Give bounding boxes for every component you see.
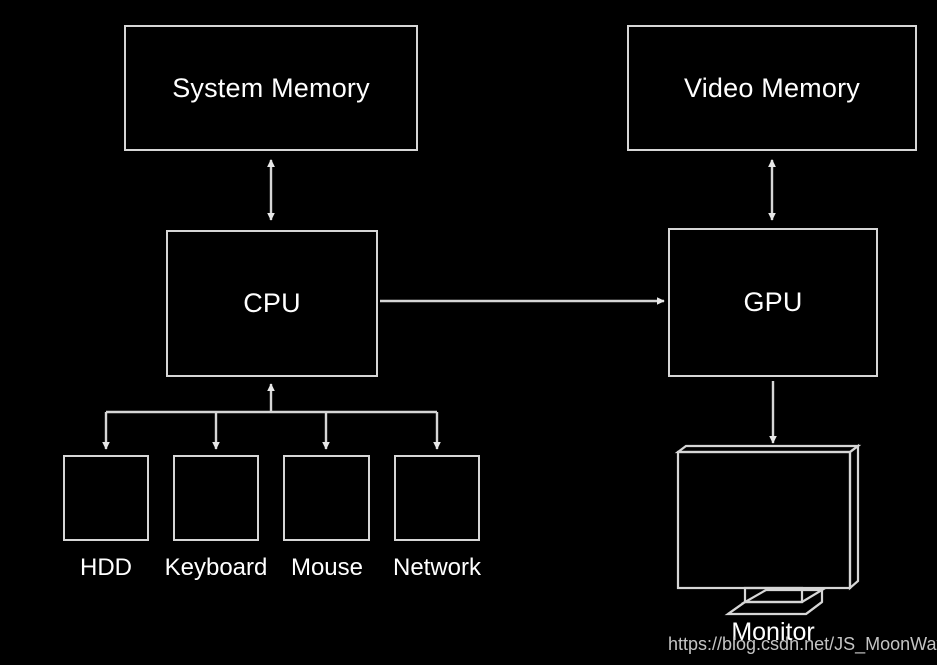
- node-system-memory-label: System Memory: [172, 72, 370, 103]
- node-mouse-label: Mouse: [290, 554, 364, 581]
- diagram-canvas: System Memory Video Memory CPU GPU HDD K…: [0, 0, 937, 665]
- node-gpu[interactable]: GPU: [668, 228, 878, 377]
- node-network-label: Network: [392, 554, 482, 581]
- node-system-memory[interactable]: System Memory: [124, 25, 418, 151]
- node-keyboard[interactable]: [173, 455, 259, 541]
- node-video-memory-label: Video Memory: [684, 72, 860, 103]
- node-keyboard-label: Keyboard: [164, 554, 268, 581]
- node-hdd-label: HDD: [80, 554, 132, 581]
- node-network[interactable]: [394, 455, 480, 541]
- node-gpu-label: GPU: [743, 287, 803, 317]
- monitor-icon: [674, 443, 862, 616]
- node-mouse[interactable]: [283, 455, 370, 541]
- peripheral-bus-tree: [102, 383, 441, 450]
- node-video-memory[interactable]: Video Memory: [627, 25, 917, 151]
- node-hdd[interactable]: [63, 455, 149, 541]
- node-cpu-label: CPU: [243, 288, 301, 318]
- watermark-text: https://blog.csdn.net/JS_MoonWave: [668, 634, 937, 654]
- node-cpu[interactable]: CPU: [166, 230, 378, 377]
